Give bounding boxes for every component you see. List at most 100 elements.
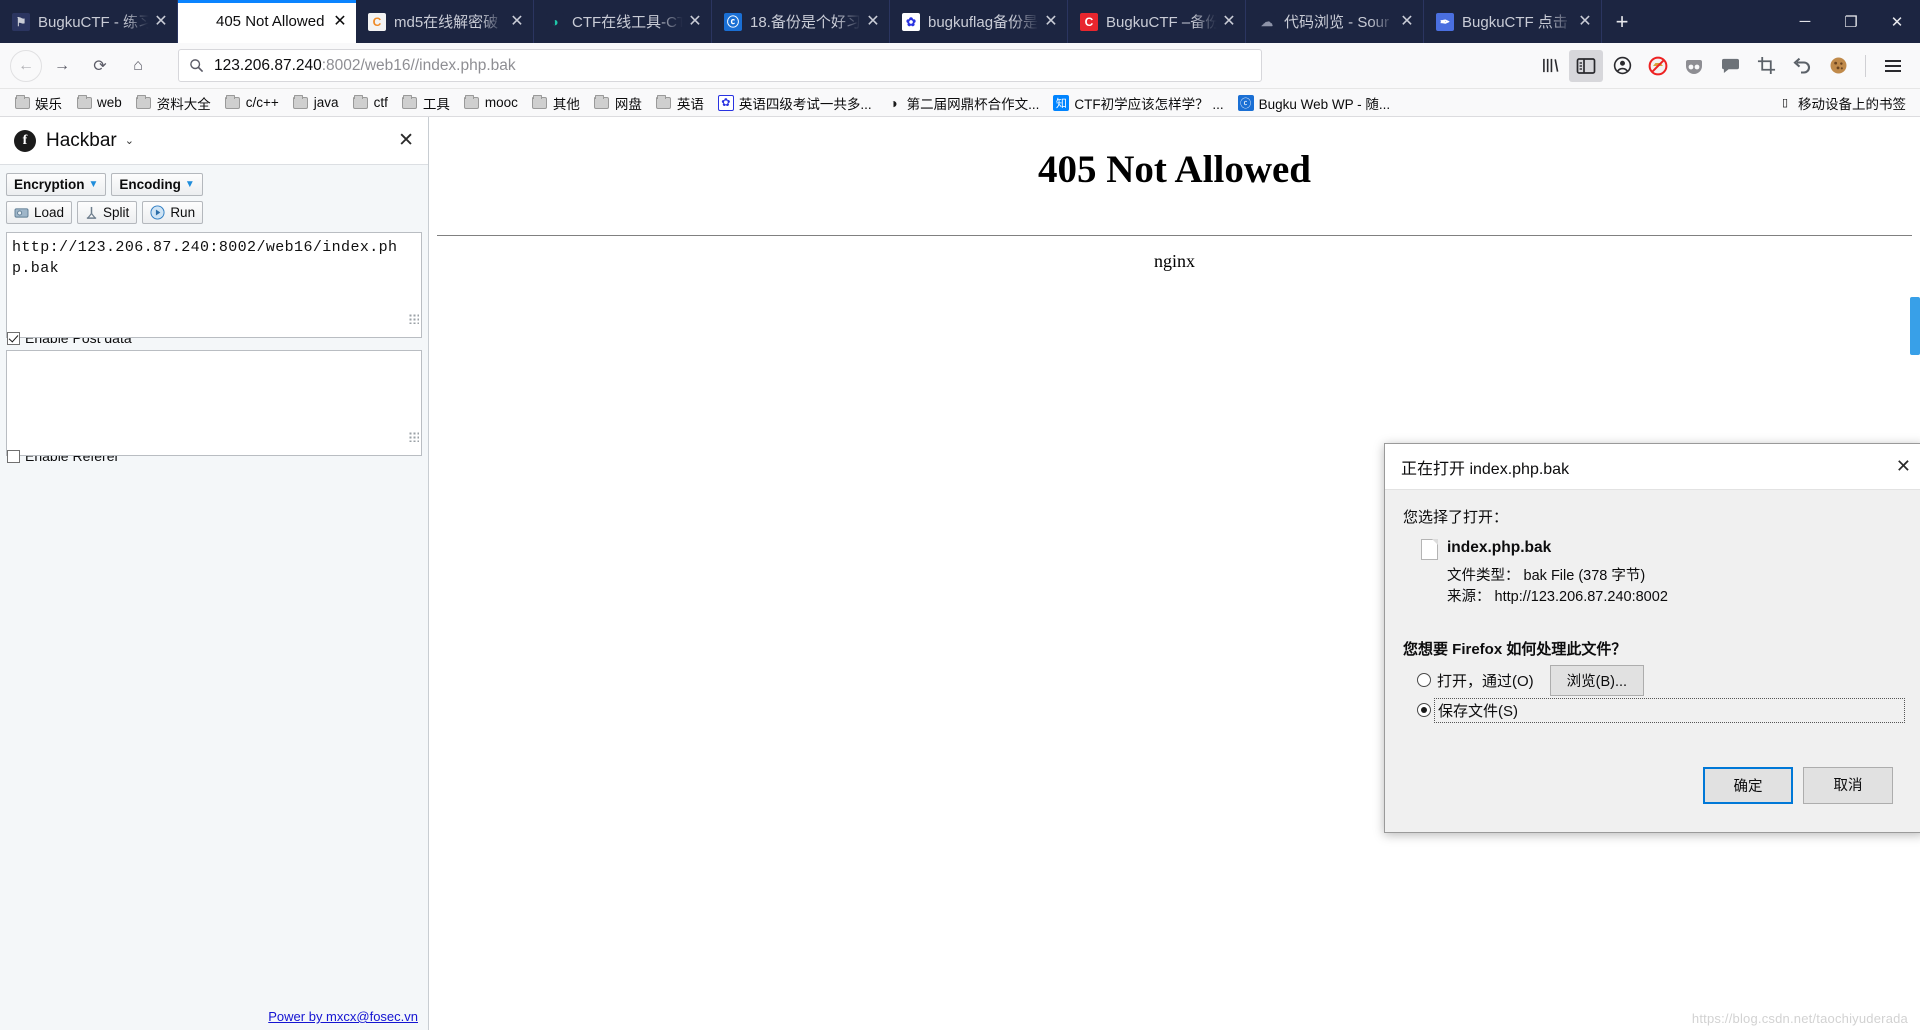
noscript-icon[interactable] (1641, 50, 1675, 82)
tab-close-icon[interactable]: ✕ (1397, 13, 1417, 30)
hackbar-credit-link[interactable]: Power by mxcx@fosec.vn (268, 1009, 418, 1024)
address-bar[interactable]: 123.206.87.240:8002/web16//index.php.bak (178, 49, 1262, 82)
browser-tab[interactable]: ✿ bugkuflag备份是 ✕ (890, 0, 1068, 43)
bookmark-item[interactable]: ctf (347, 93, 394, 113)
open-with-label: 打开，通过(O) (1437, 672, 1534, 690)
sidebar-close-icon[interactable]: ✕ (398, 129, 414, 152)
run-button[interactable]: Run (142, 201, 204, 224)
bookmark-item[interactable]: c/c++ (219, 93, 285, 113)
page-title: 405 Not Allowed (1038, 148, 1311, 191)
encryption-dropdown-button[interactable]: Encryption ▼ (6, 173, 107, 196)
dialog-actions: 确定 取消 (1403, 725, 1905, 818)
split-button[interactable]: Split (77, 201, 138, 224)
app-menu-button[interactable] (1876, 50, 1910, 82)
bookmark-item[interactable]: 知 CTF初学应该怎样学？ ... (1047, 91, 1229, 115)
back-button[interactable]: ← (10, 49, 42, 82)
bookmark-label: ctf (373, 95, 388, 110)
screenshot-crop-icon[interactable] (1749, 50, 1783, 82)
new-tab-button[interactable]: + (1602, 0, 1642, 43)
tab-close-icon[interactable]: ✕ (330, 13, 350, 30)
folder-icon (225, 94, 241, 111)
tab-label: md5在线解密破 (394, 14, 499, 31)
hackbar-header: f Hackbar ⌄ ✕ (0, 117, 428, 165)
dialog-title: 正在打开 index.php.bak (1401, 460, 1570, 478)
tab-close-icon[interactable]: ✕ (685, 13, 705, 30)
baidu-icon: ✿ (902, 12, 920, 31)
bookmark-item[interactable]: web (70, 93, 128, 113)
tab-close-icon[interactable]: ✕ (1041, 13, 1061, 30)
chevron-down-icon[interactable]: ⌄ (125, 134, 134, 147)
browser-tab[interactable]: ☁ 代码浏览 - Sour ✕ (1246, 0, 1424, 43)
browser-tab[interactable]: 405 Not Allowed ✕ (178, 0, 356, 43)
library-icon[interactable] (1533, 50, 1567, 82)
bookmark-item[interactable]: 娱乐 (8, 91, 68, 115)
open-with-option[interactable]: 打开，通过(O) 浏览(B)... (1417, 664, 1905, 696)
bookmark-item[interactable]: mooc (458, 93, 524, 113)
browser-tab[interactable]: ⓒ 18.备份是个好习 ✕ (712, 0, 890, 43)
toolbar-icons (1533, 49, 1910, 82)
radio-button (1417, 703, 1431, 717)
browse-button[interactable]: 浏览(B)... (1549, 664, 1645, 696)
tab-close-icon[interactable]: ✕ (1575, 13, 1595, 30)
bookmark-item[interactable]: 网盘 (588, 91, 648, 115)
bookmark-item[interactable]: 工具 (396, 91, 456, 115)
browser-tab[interactable]: ◑ CTF在线工具-CT ✕ (534, 0, 712, 43)
dialog-file-source: 来源： http://123.206.87.240:8002 (1447, 587, 1905, 608)
dialog-close-icon[interactable]: ✕ (1896, 456, 1911, 477)
bookmark-label: 其他 (552, 96, 580, 112)
tab-close-icon[interactable]: ✕ (507, 13, 527, 30)
folder-icon (14, 94, 30, 111)
bookmark-item[interactable]: 英语 (650, 91, 710, 115)
tab-close-icon[interactable]: ✕ (863, 13, 883, 30)
browser-tab[interactable]: ✒ BugkuCTF 点击 ✕ (1424, 0, 1602, 43)
hackbar-post-data-input[interactable] (6, 350, 422, 456)
tab-list: ⚑ BugkuCTF - 练习 ✕ 405 Not Allowed ✕ Cmd5在线解密破… (0, 0, 1602, 43)
maximize-button[interactable]: ❐ (1828, 0, 1874, 43)
resize-grip[interactable] (409, 314, 419, 324)
dialog-question: 您想要 Firefox 如何处理此文件？ (1403, 641, 1627, 658)
hackbar-footer: Power by mxcx@fosec.vn (0, 1009, 428, 1030)
encoding-label: Encoding (119, 177, 181, 192)
window-controls: ─ ❐ ✕ (1782, 0, 1920, 43)
bookmark-item[interactable]: 资料大全 (130, 91, 217, 115)
forward-button[interactable]: → (44, 50, 80, 82)
minimize-button[interactable]: ─ (1782, 0, 1828, 43)
radio-button (1417, 673, 1431, 687)
vertical-scrollbar-thumb[interactable] (1910, 297, 1920, 355)
chat-icon[interactable] (1713, 50, 1747, 82)
account-icon[interactable] (1605, 50, 1639, 82)
bookmark-item[interactable]: 其他 (526, 91, 586, 115)
home-button[interactable]: ⌂ (120, 50, 156, 82)
save-file-option[interactable]: 保存文件(S) (1417, 695, 1905, 725)
bookmark-item[interactable]: ✿ 英语四级考试一共多... (712, 91, 878, 115)
resize-grip[interactable] (409, 432, 419, 442)
tab-label: CTF在线工具-CT (572, 14, 685, 31)
load-button[interactable]: Load (6, 201, 73, 224)
bookmark-label: java (313, 95, 339, 110)
hackbar-url-input[interactable]: http://123.206.87.240:8002/web16/index.p… (6, 232, 422, 338)
browser-tab[interactable]: ⚑ BugkuCTF - 练习 ✕ (0, 0, 178, 43)
folder-icon (532, 94, 548, 111)
tab-close-icon[interactable]: ✕ (1219, 13, 1239, 30)
bookmark-item[interactable]: ⓒ Bugku Web WP - 随... (1232, 91, 1397, 115)
browser-tab[interactable]: C BugkuCTF –备份 ✕ (1068, 0, 1246, 43)
folder-icon (293, 94, 309, 111)
browser-tab[interactable]: Cmd5在线解密破 ✕ (356, 0, 534, 43)
cancel-button[interactable]: 取消 (1803, 767, 1893, 804)
bookmark-mobile[interactable]: ▯ 移动设备上的书签 (1771, 91, 1910, 115)
sourceforge-icon: ☁ (1258, 12, 1276, 31)
dialog-file-row: index.php.bak (1421, 539, 1905, 560)
encoding-dropdown-button[interactable]: Encoding ▼ (111, 173, 203, 196)
zhihu-favicon-icon: 知 (1053, 94, 1070, 111)
bookmark-item[interactable]: ◑ 第二届网鼎杯合作文... (880, 91, 1046, 115)
reload-button[interactable]: ⟳ (82, 50, 118, 82)
cookie-icon[interactable] (1821, 50, 1855, 82)
hackbar-title: Hackbar (46, 129, 117, 151)
window-close-button[interactable]: ✕ (1874, 0, 1920, 43)
ok-button[interactable]: 确定 (1703, 767, 1793, 804)
sidebar-toggle-icon[interactable] (1569, 49, 1603, 82)
pocket-icon[interactable] (1677, 50, 1711, 82)
bookmark-item[interactable]: java (287, 93, 345, 113)
undo-arrow-icon[interactable] (1785, 50, 1819, 82)
tab-close-icon[interactable]: ✕ (151, 13, 171, 30)
